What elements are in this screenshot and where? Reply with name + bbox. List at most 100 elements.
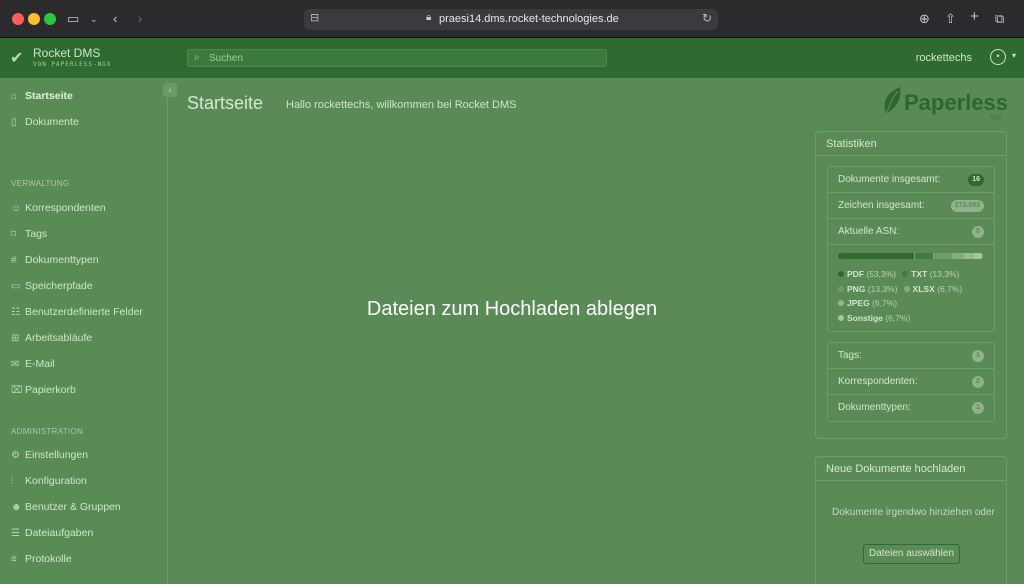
stat-badge: 16 — [968, 174, 984, 186]
reload-icon[interactable]: ↻ — [702, 11, 712, 25]
page-menu-icon[interactable]: ⊟ — [310, 11, 319, 24]
stat-row-correspondents[interactable]: Korrespondenten: 2 — [828, 369, 994, 395]
legend-percent: (6,7%) — [872, 298, 898, 308]
filetype-legend: PDF (53,3%) TXT (13,3%) PNG (13,3%) XLSX (6… — [838, 267, 984, 325]
collapse-sidebar-button[interactable]: ‹ — [163, 83, 177, 97]
stat-badge: 0 — [972, 226, 984, 238]
sidebar-item-protokolle[interactable]: ≡ Protokolle — [11, 553, 72, 569]
stat-label: Dokumenttypen: — [838, 402, 911, 413]
top-navbar: ✔ Rocket DMS VON PAPERLESS-NGX ⌕ Suchen … — [0, 38, 1024, 78]
browser-toolbar: ▭ ⌄ ‹ › ⊟ 🔒︎ praesi14.dms.rocket-technol… — [0, 0, 1024, 38]
user-name[interactable]: rockettechs — [916, 52, 972, 64]
download-icon[interactable]: ⊕ — [919, 10, 930, 28]
sidebar-item-konfiguration[interactable]: ⫶ Konfiguration — [11, 475, 87, 491]
close-window-button[interactable] — [12, 13, 24, 25]
sidebar-item-papierkorb[interactable]: ⌧ Papierkorb — [11, 384, 76, 400]
sidebar-item-speicherpfade[interactable]: ▭ Speicherpfade — [11, 280, 93, 296]
legend-percent: (53,3%) — [866, 269, 897, 279]
statistics-counts: Tags: 1 Korrespondenten: 2 Dokumenttypen… — [827, 342, 995, 422]
stat-row-doctypes[interactable]: Dokumenttypen: 1 — [828, 395, 994, 421]
share-icon[interactable]: ⇧ — [945, 10, 956, 28]
stat-label: Tags: — [838, 350, 862, 361]
stat-row-tags[interactable]: Tags: 1 — [828, 343, 994, 369]
stat-row-characters: Zeichen insgesamt: 273.893 — [828, 193, 994, 219]
sidebar-item-label: Dokumenttypen — [25, 254, 99, 266]
address-bar[interactable]: ⊟ 🔒︎ praesi14.dms.rocket-technologies.de… — [304, 9, 718, 30]
sidebar-item-benutzerdefinierte-felder[interactable]: ☷ Benutzerdefinierte Felder — [11, 306, 143, 322]
chevron-down-icon[interactable]: ⌄ — [90, 10, 98, 28]
legend-label: Sonstige — [847, 312, 886, 323]
tabs-icon[interactable]: ⧉ — [995, 10, 1004, 28]
stat-row-documents[interactable]: Dokumente insgesamt: 16 — [828, 167, 994, 193]
filetype-segment-pdf — [838, 253, 914, 259]
sidebar-item-dokumenttypen[interactable]: # Dokumenttypen — [11, 254, 99, 270]
ui-checks-icon: ☷ — [11, 307, 20, 318]
sidebar-icon[interactable]: ▭ — [67, 10, 79, 28]
search-placeholder: Suchen — [209, 53, 243, 64]
choose-files-button[interactable]: Dateien auswählen — [863, 544, 960, 564]
statistics-card: Statistiken Dokumente insgesamt: 16 Zeic… — [815, 131, 1007, 439]
text-lines-icon: ≡ — [11, 554, 17, 565]
legend-label: PNG — [847, 283, 868, 294]
search-input[interactable]: ⌕ Suchen — [187, 49, 607, 67]
legend-dot — [902, 271, 909, 277]
filetype-bar — [838, 253, 983, 259]
legend-dot — [838, 314, 844, 321]
sidebar-item-label: Benutzerdefinierte Felder — [25, 306, 143, 318]
sidebar-heading-administration: ADMINISTRATION — [11, 427, 84, 436]
sliders-icon: ⫶ — [11, 476, 14, 487]
chevron-down-icon[interactable]: ▾ — [1012, 51, 1016, 60]
back-icon[interactable]: ‹ — [113, 10, 117, 28]
sidebar-item-dateiaufgaben[interactable]: ☰ Dateiaufgaben — [11, 527, 93, 543]
sidebar-item-benutzer-gruppen[interactable]: ☻ Benutzer & Gruppen — [11, 501, 121, 517]
sidebar-item-korrespondenten[interactable]: ☺ Korrespondenten — [11, 202, 106, 218]
upload-hint: Dokumente irgendwo hinziehen oder — [832, 507, 995, 518]
sidebar-item-tags[interactable]: ⌑ Tags — [11, 228, 47, 244]
legend-item-pdf: PDF (53,3%) — [838, 267, 896, 282]
forward-icon[interactable]: › — [138, 10, 142, 28]
legend-percent: (6,7%) — [885, 312, 911, 323]
sidebar-item-label: Dateiaufgaben — [25, 527, 94, 539]
sidebar-item-label: Speicherpfade — [25, 280, 93, 292]
sidebar-item-label: E-Mail — [25, 358, 55, 370]
page-title: Startseite — [187, 93, 264, 113]
sidebar-item-einstellungen[interactable]: ⚙ Einstellungen — [11, 449, 88, 465]
person-circle-icon[interactable]: • — [990, 49, 1006, 65]
sidebar-item-dokumente[interactable]: ▯ Dokumente — [11, 116, 79, 132]
legend-percent: (13,3%) — [929, 269, 960, 279]
sidebar-item-label: Arbeitsabläufe — [25, 332, 93, 344]
check-logo-icon[interactable]: ✔ — [10, 48, 23, 68]
legend-dot — [903, 285, 910, 292]
filetype-segment-sonstige — [973, 253, 982, 259]
sidebar-item-label: Tags — [25, 228, 48, 240]
filetype-segment-jpeg — [963, 253, 972, 259]
brand-name[interactable]: Rocket DMS — [33, 46, 100, 60]
stat-badge: 1 — [972, 350, 984, 362]
legend-item-sonstige: Sonstige (6,7%) — [838, 311, 910, 326]
envelope-icon: ✉ — [11, 359, 20, 370]
sidebar-item-label: Protokolle — [25, 553, 72, 565]
zoom-window-button[interactable] — [44, 13, 56, 25]
page-subtitle: Hallo rockettechs, willkommen bei Rocket… — [286, 99, 517, 111]
upload-title: Neue Dokumente hochladen — [816, 457, 1006, 481]
stat-label: Dokumente insgesamt: — [838, 174, 941, 185]
search-icon: ⌕ — [194, 52, 200, 63]
stat-label: Aktuelle ASN: — [838, 226, 900, 237]
trash-icon: ⌧ — [11, 385, 23, 396]
filetype-segment-png — [934, 253, 952, 259]
person-icon: ☺ — [11, 203, 22, 214]
chevron-left-icon: ‹ — [168, 85, 172, 95]
sidebar-item-startseite[interactable]: ⌂ Startseite — [11, 90, 73, 106]
legend-percent: (13,3%) — [867, 283, 898, 294]
legend-dot — [838, 271, 844, 277]
url-text: praesi14.dms.rocket-technologies.de — [439, 13, 619, 25]
minimize-window-button[interactable] — [28, 13, 40, 25]
stat-badge: 2 — [972, 376, 984, 388]
stat-label: Zeichen insgesamt: — [838, 200, 925, 211]
legend-dot — [838, 300, 844, 306]
lock-icon: 🔒︎ — [426, 12, 432, 23]
sidebar-item-arbeitsablaeufe[interactable]: ⊞ Arbeitsabläufe — [11, 332, 92, 348]
new-tab-icon[interactable]: + — [970, 8, 979, 26]
legend-label: PDF — [847, 269, 867, 279]
sidebar-item-e-mail[interactable]: ✉ E-Mail — [11, 358, 55, 374]
